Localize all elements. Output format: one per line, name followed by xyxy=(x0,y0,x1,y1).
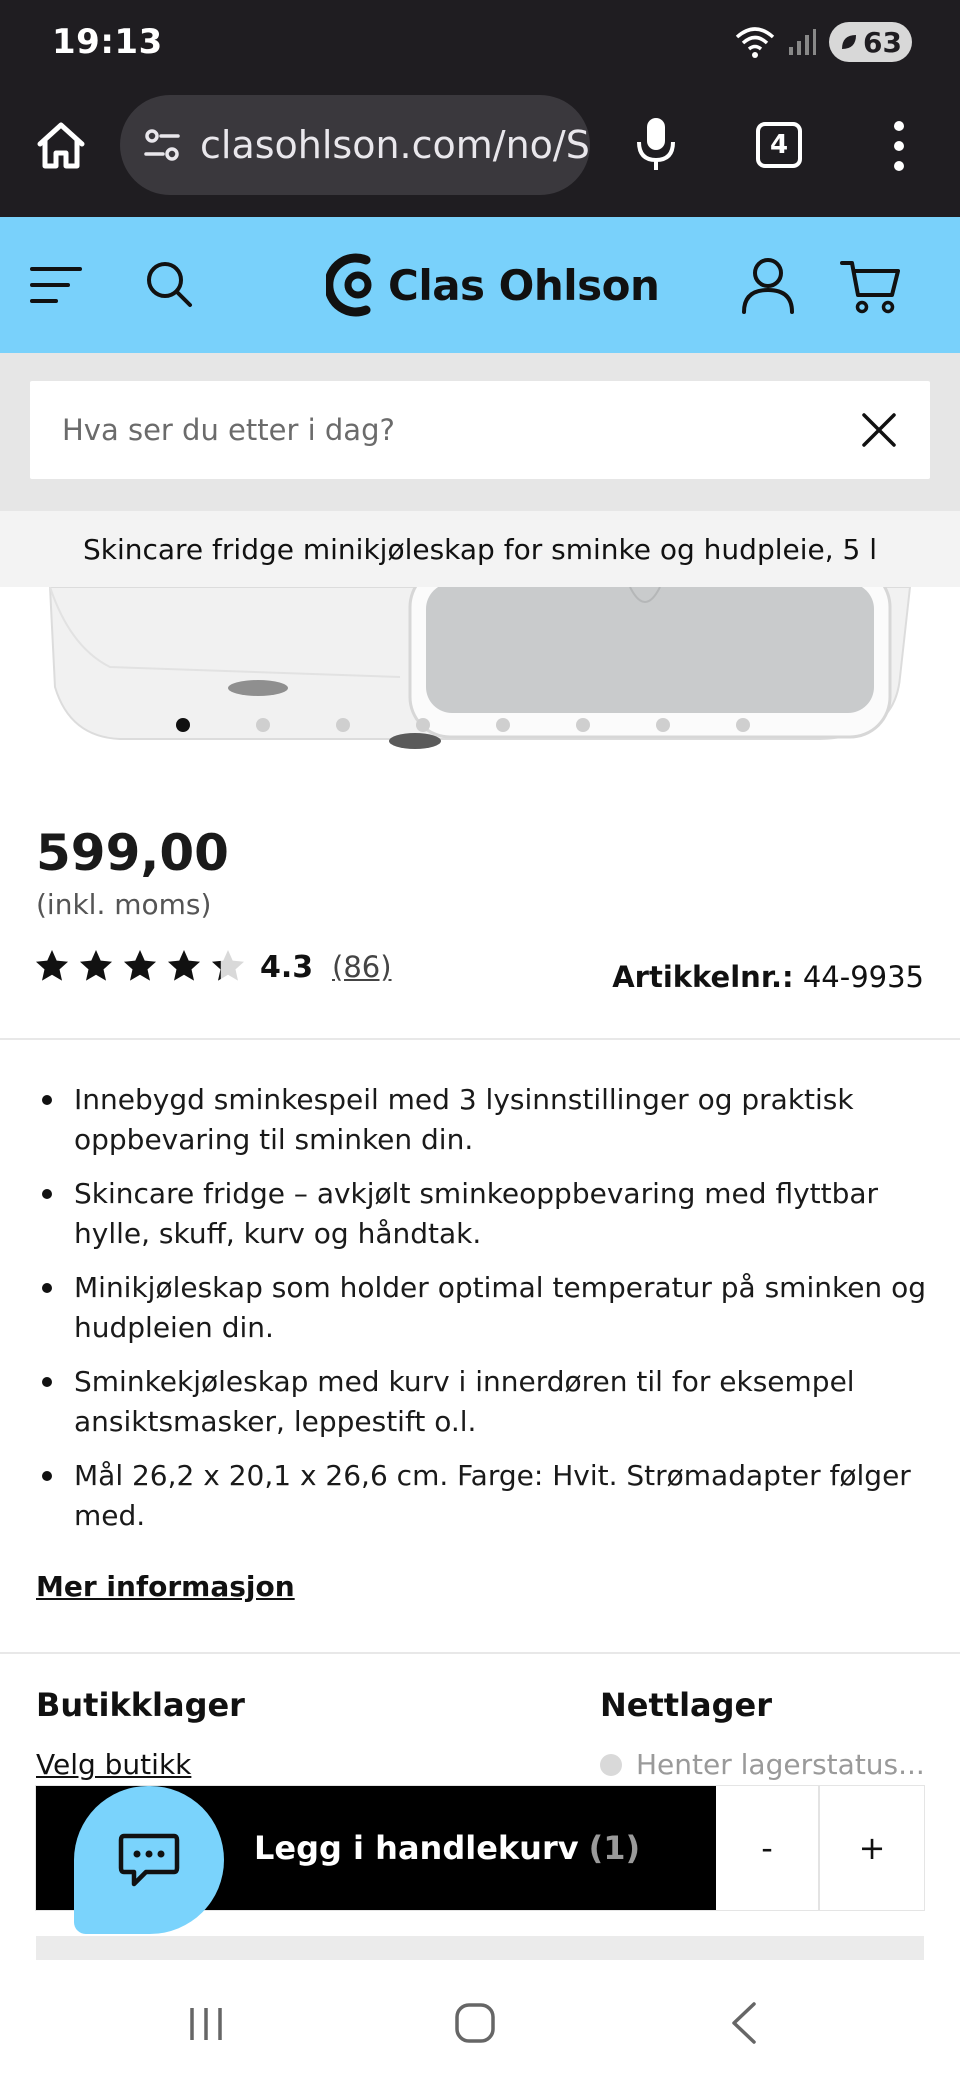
section-edge xyxy=(36,1936,924,1960)
tab-switcher-button[interactable]: 4 xyxy=(756,122,802,168)
recent-apps-icon[interactable] xyxy=(186,2004,226,2044)
plus-label: + xyxy=(858,1829,886,1867)
divider xyxy=(0,1652,960,1654)
review-count-link[interactable]: (86) xyxy=(332,950,392,984)
close-icon[interactable] xyxy=(860,411,898,449)
carousel-dot[interactable] xyxy=(656,718,670,732)
url-text[interactable]: clasohlson.com/no/S xyxy=(200,123,590,167)
article-number-label: Artikkelnr.: xyxy=(612,960,794,994)
browser-home-icon[interactable] xyxy=(34,118,88,172)
tab-count: 4 xyxy=(769,130,789,160)
carousel-dot[interactable] xyxy=(496,718,510,732)
feature-item: Skincare fridge – avkjølt sminkeoppbevar… xyxy=(36,1174,926,1254)
feature-item: Mål 26,2 x 20,1 x 26,6 cm. Farge: Hvit. … xyxy=(36,1456,926,1536)
star-icon xyxy=(168,950,200,981)
article-number-value: 44-9935 xyxy=(802,960,924,994)
product-title: Skincare fridge minikjøleskap for sminke… xyxy=(82,532,878,566)
system-navigation-bar xyxy=(0,1960,960,2080)
carousel-dot[interactable] xyxy=(416,718,430,732)
status-time: 19:13 xyxy=(52,22,163,62)
search-icon[interactable] xyxy=(144,259,194,309)
shopping-cart-icon[interactable] xyxy=(840,257,902,315)
address-bar[interactable]: clasohlson.com/no/S xyxy=(120,95,590,195)
feature-item: Sminkekjøleskap med kurv i innerdøren ti… xyxy=(36,1362,926,1442)
product-price: 599,00 xyxy=(36,824,229,882)
status-bar: 19:13 63 xyxy=(0,0,960,90)
online-stock-status: Henter lagerstatus... xyxy=(600,1748,925,1781)
leaf-icon xyxy=(842,35,857,49)
add-to-cart-label: Legg i handlekurv xyxy=(254,1829,579,1867)
back-icon[interactable] xyxy=(728,2000,758,2046)
battery-indicator: 63 xyxy=(829,22,912,62)
chat-icon xyxy=(118,1833,180,1887)
search-area xyxy=(0,353,960,511)
carousel-dot[interactable] xyxy=(736,718,750,732)
star-icon xyxy=(80,950,112,981)
logo-text: Clas Ohlson xyxy=(388,260,660,310)
star-icon xyxy=(36,950,68,981)
search-box xyxy=(30,381,930,479)
divider xyxy=(0,1038,960,1040)
logo-mark-icon xyxy=(326,253,372,317)
status-icons: 63 xyxy=(735,22,912,62)
feature-list: Innebygd sminkespeil med 3 lysinnstillin… xyxy=(36,1080,926,1550)
article-number: Artikkelnr.: 44-9935 xyxy=(612,960,924,994)
rating-value: 4.3 xyxy=(260,950,314,985)
cart-quantity-count: (1) xyxy=(588,1829,641,1867)
chat-button[interactable] xyxy=(74,1786,224,1934)
online-stock-title: Nettlager xyxy=(600,1686,773,1724)
online-stock-text: Henter lagerstatus... xyxy=(636,1748,925,1781)
product-title-strip: Skincare fridge minikjøleskap for sminke… xyxy=(0,511,960,587)
carousel-dot[interactable] xyxy=(176,718,190,732)
carousel-dot[interactable] xyxy=(336,718,350,732)
minus-label: - xyxy=(761,1829,773,1867)
carousel-dot[interactable] xyxy=(256,718,270,732)
signal-icon xyxy=(789,29,817,55)
more-info-link[interactable]: Mer informasjon xyxy=(36,1570,295,1603)
carousel-dot[interactable] xyxy=(576,718,590,732)
decrease-quantity-button[interactable]: - xyxy=(716,1786,820,1910)
microphone-icon[interactable] xyxy=(632,114,680,174)
choose-store-link[interactable]: Velg butikk xyxy=(36,1748,191,1781)
feature-item: Innebygd sminkespeil med 3 lysinnstillin… xyxy=(36,1080,926,1160)
star-icon xyxy=(124,950,156,981)
rating-stars[interactable] xyxy=(34,948,246,984)
stock-status-dot xyxy=(600,1753,622,1776)
site-header: Clas Ohlson xyxy=(0,217,960,353)
menu-icon[interactable] xyxy=(30,263,82,307)
battery-level: 63 xyxy=(863,25,902,59)
vat-note: (inkl. moms) xyxy=(36,888,212,921)
image-carousel-dots[interactable] xyxy=(0,718,960,738)
search-input[interactable] xyxy=(62,381,842,479)
account-icon[interactable] xyxy=(740,255,796,315)
star-icon xyxy=(212,950,244,981)
clas-ohlson-logo[interactable]: Clas Ohlson xyxy=(326,249,660,321)
system-home-icon[interactable] xyxy=(454,2002,496,2044)
browser-toolbar: clasohlson.com/no/S 4 xyxy=(0,90,960,217)
feature-item: Minikjøleskap som holder optimal tempera… xyxy=(36,1268,926,1348)
site-settings-icon[interactable] xyxy=(142,125,182,165)
wifi-icon xyxy=(735,27,775,58)
increase-quantity-button[interactable]: + xyxy=(820,1786,924,1910)
store-stock-title: Butikklager xyxy=(36,1686,245,1724)
more-options-icon[interactable] xyxy=(890,118,908,174)
